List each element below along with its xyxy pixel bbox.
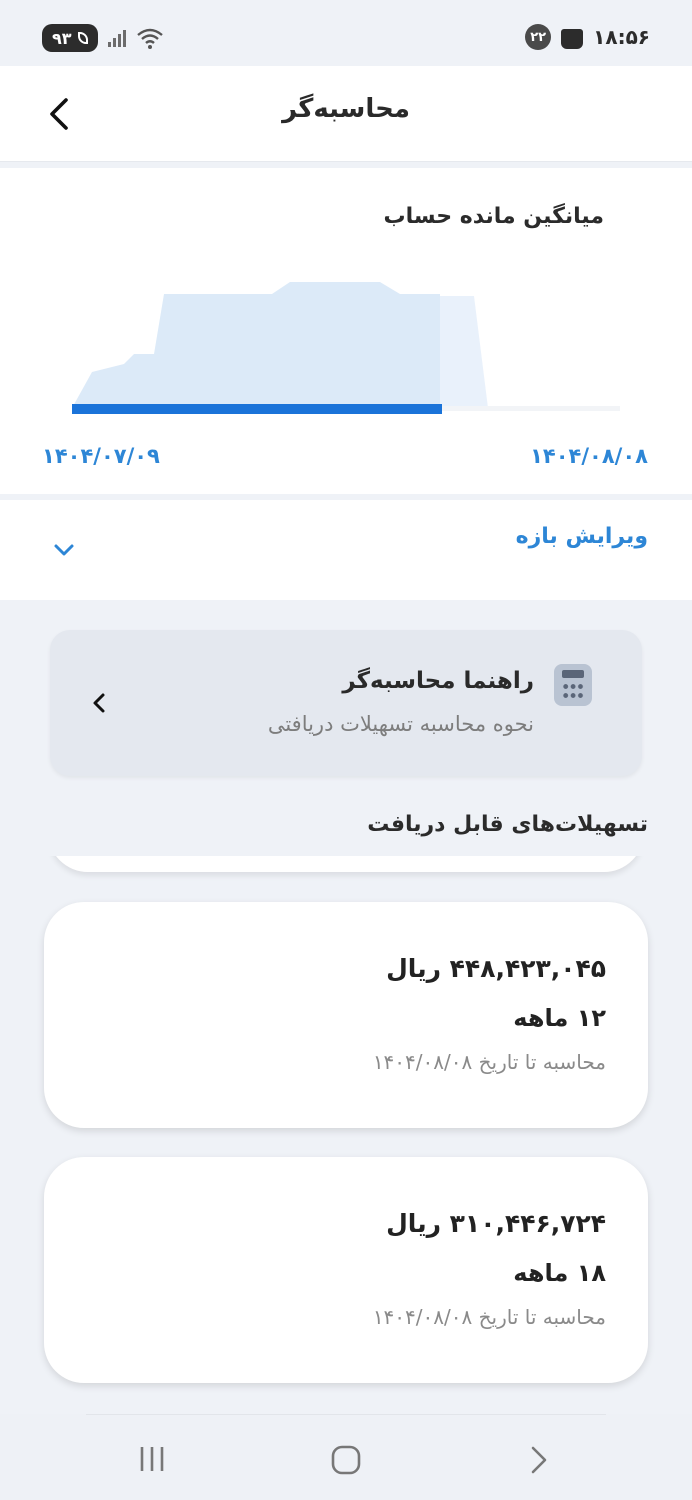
- loan-amount: ۴۴۸,۴۲۳,۰۴۵ ریال: [386, 954, 606, 983]
- home-icon[interactable]: [330, 1444, 362, 1476]
- status-left: ۹۳: [42, 24, 164, 52]
- chart-baseline: [440, 406, 620, 411]
- chart-end-date: ۱۴۰۴/۰۸/۰۸: [530, 444, 648, 468]
- leaf-icon: [77, 32, 88, 44]
- battery-level: ۹۳: [52, 28, 72, 48]
- balance-chart-card: میانگین مانده حساب ۱۴۰۴/۰۷/۰۹ ۱۴۰۴/۰۸/۰۸: [0, 168, 692, 494]
- chart-selection-bar: [72, 404, 442, 414]
- guide-subtitle: نحوه محاسبه تسهیلات دریافتی: [267, 712, 534, 736]
- nav-back-icon[interactable]: [526, 1444, 552, 1476]
- status-bar: ۹۳ ۲۲ ۱۸:۵۶: [0, 0, 692, 66]
- nav-divider: [86, 1414, 606, 1415]
- recents-icon[interactable]: [136, 1444, 170, 1474]
- app-header: محاسبه‌گر: [0, 66, 692, 162]
- notification-badge: ۲۲: [525, 24, 552, 50]
- loan-term: ۱۲ ماهه: [513, 1004, 606, 1032]
- guide-title: راهنما محاسبه‌گر: [342, 668, 534, 694]
- system-nav-bar: [0, 1414, 692, 1500]
- loan-amount: ۳۱۰,۴۴۶,۷۲۴ ریال: [386, 1209, 606, 1238]
- clock: ۱۸:۵۶: [593, 25, 650, 49]
- loan-card[interactable]: ۳۱۰,۴۴۶,۷۲۴ ریال ۱۸ ماهه محاسبه تا تاریخ…: [44, 1157, 648, 1383]
- chevron-down-icon[interactable]: [50, 540, 78, 560]
- calculator-guide-card[interactable]: راهنما محاسبه‌گر نحوه محاسبه تسهیلات دری…: [50, 630, 642, 776]
- edit-range-row[interactable]: ویرایش بازه: [0, 500, 692, 600]
- loan-calc-date: محاسبه تا تاریخ ۱۴۰۴/۰۸/۰۸: [372, 1050, 606, 1074]
- edit-range-label[interactable]: ویرایش بازه: [516, 524, 648, 549]
- chart-area: [72, 282, 440, 408]
- section-title: تسهیلات‌های قابل دریافت: [367, 812, 648, 837]
- signal-icon: [107, 29, 126, 47]
- chevron-left-icon[interactable]: [88, 690, 110, 716]
- calculator-icon: [554, 664, 592, 706]
- chart-area-faded: [440, 296, 488, 408]
- loan-term: ۱۸ ماهه: [513, 1259, 606, 1287]
- loan-card[interactable]: ۴۴۸,۴۲۳,۰۴۵ ریال ۱۲ ماهه محاسبه تا تاریخ…: [44, 902, 648, 1128]
- battery-indicator: ۹۳: [42, 24, 98, 52]
- shopping-bag-icon: [561, 29, 584, 49]
- wifi-icon: [136, 28, 163, 49]
- loan-calc-date: محاسبه تا تاریخ ۱۴۰۴/۰۸/۰۸: [372, 1305, 606, 1329]
- chart-start-date: ۱۴۰۴/۰۷/۰۹: [42, 444, 160, 468]
- page-title: محاسبه‌گر: [282, 94, 410, 124]
- status-right: ۲۲ ۱۸:۵۶: [525, 24, 650, 50]
